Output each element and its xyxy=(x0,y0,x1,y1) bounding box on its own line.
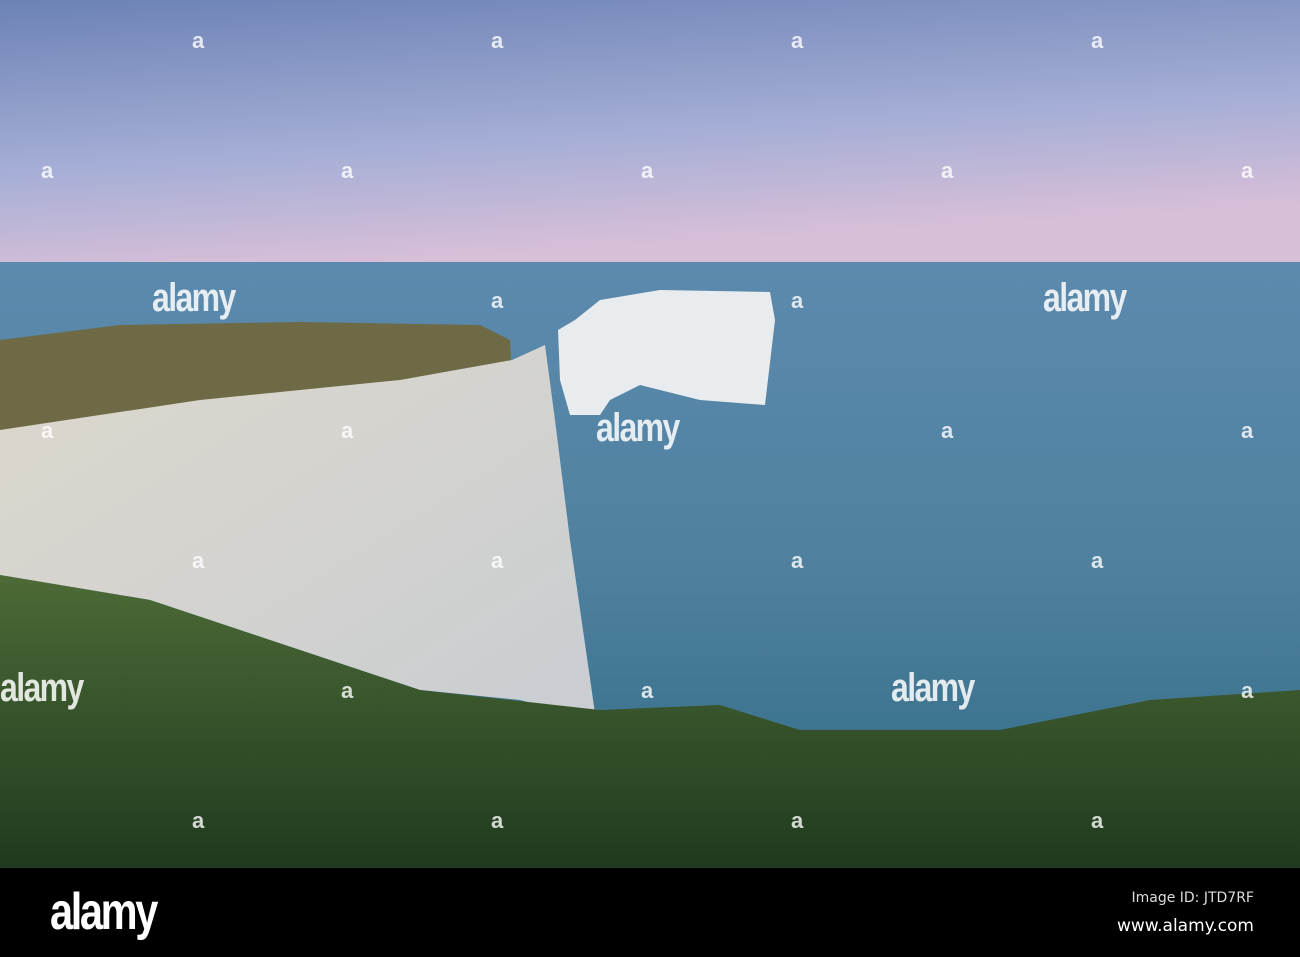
watermark-mark: a xyxy=(192,28,205,53)
watermark-mark: a xyxy=(641,158,654,183)
watermark-mark: a xyxy=(791,28,804,53)
image-id: Image ID: JTD7RF xyxy=(1131,890,1254,906)
watermark-mark: a xyxy=(192,808,205,833)
watermark-text: alamy xyxy=(891,666,975,710)
alamy-logo: alamy xyxy=(50,883,158,941)
watermark-mark: a xyxy=(1091,548,1104,573)
watermark-text: alamy xyxy=(0,666,84,710)
watermark-mark: a xyxy=(1091,28,1104,53)
website-link[interactable]: www.alamy.com xyxy=(1117,916,1254,936)
watermark-mark: a xyxy=(491,288,504,313)
footer-bar: alamy Image ID: JTD7RF www.alamy.com xyxy=(0,868,1300,957)
watermark-mark: a xyxy=(341,418,354,443)
watermark-mark: a xyxy=(641,678,654,703)
watermark-text: alamy xyxy=(152,276,236,320)
watermark-mark: a xyxy=(1241,418,1254,443)
watermark-mark: a xyxy=(941,158,954,183)
watermark-mark: a xyxy=(791,288,804,313)
watermark-text: alamy xyxy=(1043,276,1127,320)
watermark-mark: a xyxy=(41,158,54,183)
watermark-mark: a xyxy=(1091,808,1104,833)
watermark-mark: a xyxy=(192,548,205,573)
watermark-mark: a xyxy=(1241,158,1254,183)
watermark-mark: a xyxy=(491,808,504,833)
watermark-mark: a xyxy=(491,28,504,53)
watermark-mark: a xyxy=(1241,678,1254,703)
watermark-mark: a xyxy=(941,418,954,443)
watermark-mark: a xyxy=(341,158,354,183)
watermark-mark: a xyxy=(791,808,804,833)
watermark-mark: a xyxy=(41,418,54,443)
watermark-mark: a xyxy=(491,548,504,573)
watermark-mark: a xyxy=(341,678,354,703)
watermark-text: alamy xyxy=(596,406,680,450)
watermark-mark: a xyxy=(791,548,804,573)
